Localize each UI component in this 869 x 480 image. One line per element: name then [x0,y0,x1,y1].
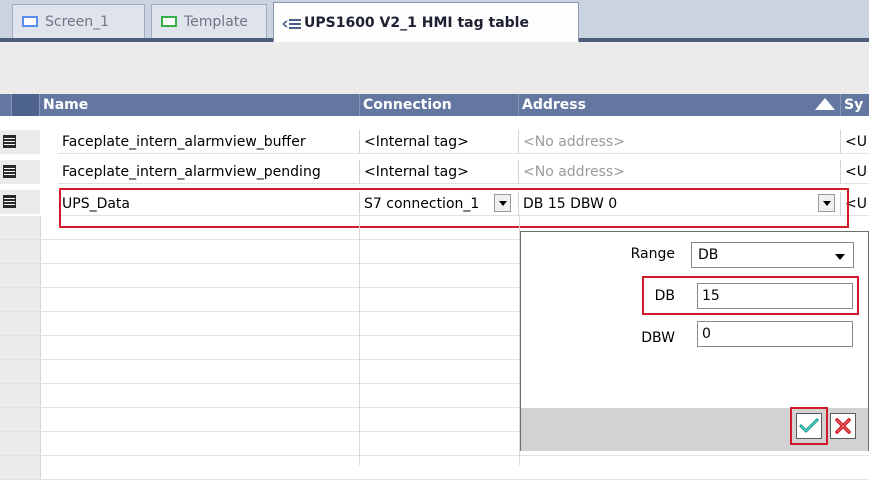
checkmark-icon [799,418,819,433]
dbw-offset-field[interactable]: 0 [697,321,853,347]
template-icon [161,16,177,27]
symbol-cell[interactable]: <U [841,160,869,184]
tab-label: Template [184,13,248,30]
row-header[interactable] [0,160,40,184]
dbw-label: DBW [641,330,675,346]
tag-name-cell[interactable]: UPS_Data [58,192,360,216]
range-label: Range [630,246,675,262]
chevron-down-icon [822,200,831,206]
cancel-button[interactable] [830,413,856,439]
tag-name-cell[interactable]: Faceplate_intern_alarmview_buffer [58,130,360,154]
db-label: DB [654,288,675,304]
column-header-symbol[interactable]: Sy [841,94,869,116]
tag-row-icon [3,195,16,208]
range-dropdown[interactable]: DB [691,242,854,268]
connection-dropdown-button[interactable] [494,194,511,212]
row-header[interactable] [0,130,40,154]
tab-label: Screen_1 [45,13,110,30]
chevron-down-icon [498,200,507,206]
address-cell[interactable]: <No address> [519,160,841,184]
sort-ascending-icon [815,98,835,110]
confirm-button[interactable] [796,413,822,439]
tab-label: UPS1600 V2_1 HMI tag table [304,14,529,31]
tab-screen-1[interactable]: Screen_1 [12,4,145,38]
address-cell[interactable]: <No address> [519,130,841,154]
address-editor-popup: Range DB DB 15 DBW 0 [520,231,869,451]
db-number-field[interactable]: 15 [697,283,853,309]
empty-row [0,456,869,480]
symbol-cell[interactable]: <U [841,130,869,154]
connection-cell[interactable]: <Internal tag> [360,160,519,184]
tag-row-icon [3,165,16,178]
editor-toolbar-area [0,42,869,94]
tab-template[interactable]: Template [151,4,267,38]
row-indicator-header [12,94,40,116]
tag-name-cell[interactable]: Faceplate_intern_alarmview_pending [58,160,360,184]
editor-tab-bar: Screen_1 Template UPS1600 V2_1 HMI tag t… [0,0,869,42]
tag-table-icon [282,18,301,29]
symbol-cell[interactable]: <U [841,192,869,216]
address-combo[interactable]: DB 15 DBW 0 [519,192,841,216]
connection-cell[interactable]: <Internal tag> [360,130,519,154]
column-header-name[interactable]: Name [40,94,360,116]
column-header-connection[interactable]: Connection [360,94,519,116]
tab-hmi-tag-table[interactable]: UPS1600 V2_1 HMI tag table [273,2,579,42]
tag-row-icon [3,135,16,148]
column-header-address[interactable]: Address [519,94,841,116]
column-divider [359,214,360,465]
chevron-down-icon [835,254,845,260]
address-dropdown-button[interactable] [818,194,835,212]
row-header[interactable] [0,190,40,214]
close-icon [835,418,851,434]
table-corner [0,94,12,116]
screen-icon [22,16,38,27]
